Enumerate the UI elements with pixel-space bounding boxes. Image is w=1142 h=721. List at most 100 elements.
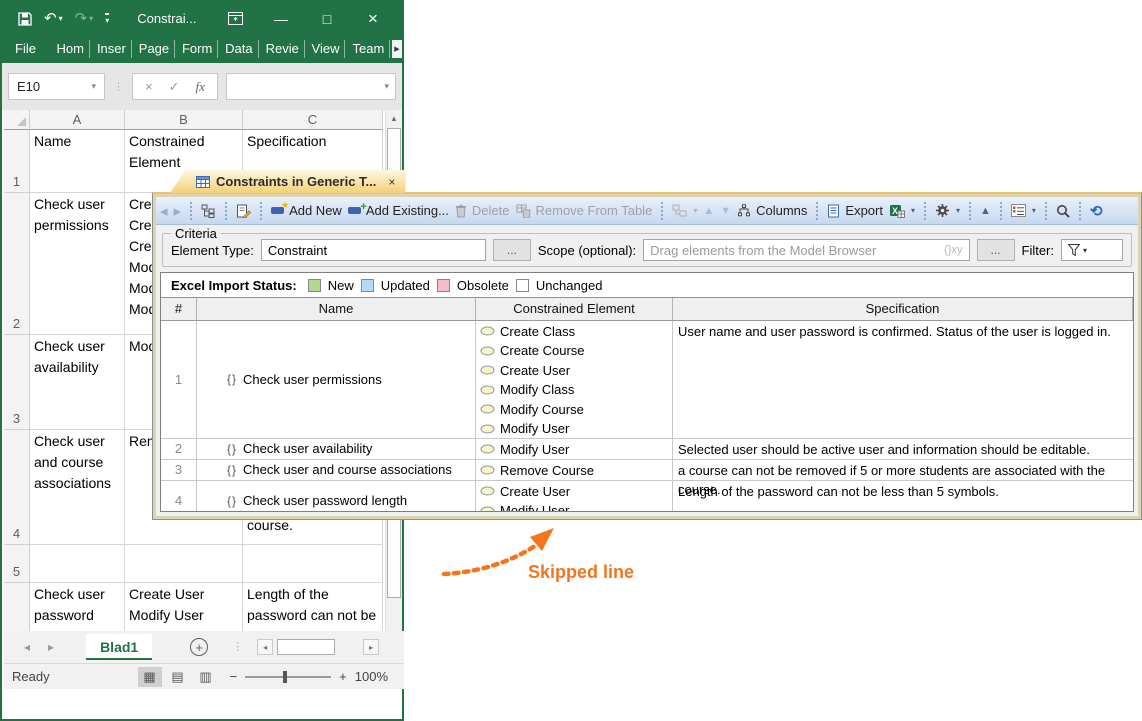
minimize-button[interactable]: —: [258, 2, 304, 35]
cell-c5[interactable]: [243, 545, 383, 583]
select-all-corner[interactable]: [4, 110, 30, 130]
specification-cell[interactable]: Length of the password can not be less t…: [673, 481, 1133, 512]
constrained-elements-cell[interactable]: Modify User: [476, 438, 673, 460]
row-header[interactable]: 3: [4, 335, 30, 430]
zoom-slider[interactable]: [245, 670, 332, 683]
constraint-name-cell[interactable]: {} Check user permissions: [197, 320, 476, 438]
element-item[interactable]: Remove Course: [480, 461, 668, 481]
open-in-containment-tree-icon[interactable]: [201, 204, 216, 218]
tab-formulas[interactable]: Form: [175, 40, 219, 58]
name-box[interactable]: E10 ▾: [8, 73, 105, 100]
row-header[interactable]: 2: [4, 193, 30, 335]
page-layout-view-icon[interactable]: ▤: [166, 667, 190, 687]
tab-data[interactable]: Data: [218, 40, 259, 58]
undo-dropdown-icon[interactable]: ▾: [59, 14, 63, 23]
formula-input[interactable]: ▾: [225, 73, 396, 100]
delete-button[interactable]: Delete: [455, 203, 510, 218]
specification-cell[interactable]: a course can not be removed if 5 or more…: [673, 460, 1133, 498]
display-nested-icon[interactable]: [672, 204, 687, 217]
close-button[interactable]: ×: [350, 2, 396, 35]
zoom-out-icon[interactable]: −: [230, 669, 238, 684]
ribbon-overflow-icon[interactable]: ▶: [392, 40, 402, 58]
save-icon[interactable]: [18, 11, 32, 26]
add-new-button[interactable]: ★ Add New: [271, 200, 342, 218]
maximize-button[interactable]: □: [304, 2, 350, 35]
page-break-view-icon[interactable]: ▥: [194, 667, 218, 687]
element-type-input[interactable]: Constraint: [260, 239, 486, 261]
undo-button[interactable]: ↶ ▾: [44, 10, 63, 28]
ribbon-display-options-icon[interactable]: [212, 2, 258, 35]
scroll-up-icon[interactable]: ▲: [386, 110, 402, 127]
column-header-c[interactable]: C: [243, 110, 383, 130]
redo-button[interactable]: ↷ ▾: [75, 10, 94, 28]
table-row-3[interactable]: 3 {} Check user and course associations …: [161, 459, 1133, 498]
constraint-name-cell[interactable]: {} Check user availability: [197, 438, 476, 459]
column-header-a[interactable]: A: [30, 110, 125, 130]
search-icon[interactable]: [1056, 204, 1070, 218]
sheet-tab-blad1[interactable]: Blad1: [86, 634, 153, 660]
header-name[interactable]: Name: [197, 298, 476, 320]
add-existing-button[interactable]: + Add Existing...: [347, 201, 449, 218]
tab-team[interactable]: Team: [345, 40, 390, 58]
cancel-entry-icon[interactable]: ×: [145, 79, 153, 94]
element-item[interactable]: Modify User: [480, 440, 668, 460]
row-header[interactable]: 4: [4, 430, 30, 545]
constrained-elements-cell[interactable]: Remove Course: [476, 459, 673, 481]
zoom-slider-thumb[interactable]: [283, 670, 287, 683]
element-item[interactable]: Modify Course: [480, 400, 668, 420]
constrained-elements-cell[interactable]: Create Class Create Course Create User M…: [476, 320, 673, 439]
element-item[interactable]: Modify User: [480, 419, 668, 439]
move-down-icon[interactable]: ▼: [720, 205, 731, 217]
nested-dropdown-icon[interactable]: ▾: [693, 206, 697, 215]
header-constrained-element[interactable]: Constrained Element: [476, 298, 673, 320]
add-sheet-icon[interactable]: +: [190, 638, 209, 656]
cell-a2[interactable]: Check user permissions: [30, 193, 125, 335]
cell-a5[interactable]: [30, 545, 125, 583]
specification-cell[interactable]: User name and user password is confirmed…: [673, 321, 1133, 438]
scope-browse-button[interactable]: ...: [976, 239, 1015, 261]
collapse-criteria-icon[interactable]: ▲: [980, 205, 991, 217]
element-type-browse-button[interactable]: ...: [492, 239, 531, 261]
forward-icon[interactable]: ▸: [174, 202, 182, 220]
element-item[interactable]: Create Class: [480, 322, 668, 342]
constraint-name-cell[interactable]: {} Check user and course associations: [197, 459, 476, 480]
name-box-dropdown-icon[interactable]: ▾: [91, 81, 96, 92]
horizontal-scrollbar-track[interactable]: [273, 639, 364, 655]
cell-a1[interactable]: Name: [30, 130, 125, 193]
row-header[interactable]: 1: [4, 130, 30, 193]
constraint-name-cell[interactable]: {} Check user password length: [197, 480, 476, 511]
sync-with-excel-icon[interactable]: X: [889, 204, 905, 218]
scroll-left-icon[interactable]: ◂: [257, 639, 274, 655]
header-specification[interactable]: Specification: [673, 298, 1133, 320]
element-item[interactable]: Create User: [480, 361, 668, 381]
specification-cell[interactable]: Selected user should be active user and …: [673, 439, 1133, 459]
window-tab[interactable]: Constraints in Generic T... ×: [170, 170, 406, 193]
table-row-4[interactable]: 4 {} Check user password length Create U…: [161, 480, 1133, 512]
next-sheet-icon[interactable]: ▸: [48, 640, 54, 654]
insert-function-icon[interactable]: fx: [196, 79, 205, 95]
tab-view[interactable]: View: [305, 40, 346, 58]
constrained-elements-cell[interactable]: Create User Modify User: [476, 480, 673, 511]
remove-from-table-button[interactable]: Remove From Table: [516, 203, 652, 218]
filter-input[interactable]: ▾: [1061, 239, 1123, 261]
tab-insert[interactable]: Inser: [90, 40, 132, 58]
header-number[interactable]: #: [161, 298, 197, 320]
move-up-icon[interactable]: ▲: [703, 205, 714, 217]
column-header-b[interactable]: B: [125, 110, 243, 130]
scope-input[interactable]: Drag elements from the Model Browser {}x…: [643, 239, 970, 261]
element-item[interactable]: Create User: [480, 482, 668, 502]
close-tab-icon[interactable]: ×: [388, 175, 395, 189]
table-row-1[interactable]: 1 {} Check user permissions Create Class…: [161, 320, 1133, 439]
cell-b5[interactable]: [125, 545, 243, 583]
filter-dropdown-icon[interactable]: ▾: [1083, 246, 1087, 255]
excel-dropdown-icon[interactable]: ▾: [911, 206, 915, 215]
open-specification-icon[interactable]: [236, 204, 252, 218]
scroll-right-icon[interactable]: ▸: [363, 639, 380, 655]
zoom-percentage[interactable]: 100%: [355, 669, 388, 684]
normal-view-icon[interactable]: ▦: [137, 666, 162, 687]
element-item[interactable]: Modify Class: [480, 380, 668, 400]
zoom-in-icon[interactable]: +: [339, 669, 347, 684]
horizontal-scrollbar-thumb[interactable]: [277, 639, 336, 655]
tab-file[interactable]: File: [2, 40, 47, 58]
table-row-2[interactable]: 2 {} Check user availability Modify User…: [161, 438, 1133, 460]
